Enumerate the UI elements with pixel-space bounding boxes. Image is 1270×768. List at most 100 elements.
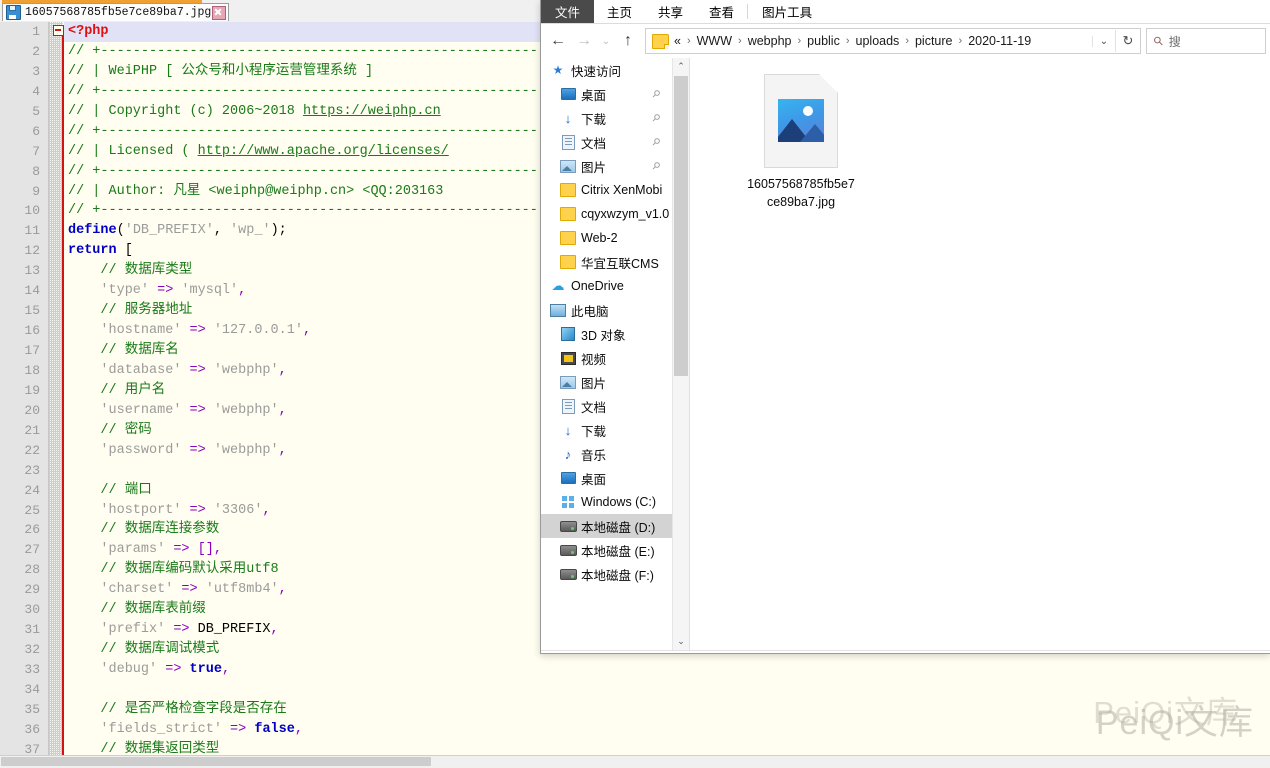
line-text: 'params' => [], (68, 540, 222, 560)
sidebar-item-14[interactable]: 文档 (541, 394, 673, 418)
monitor-icon (559, 472, 577, 484)
chevron-down-icon[interactable]: ⌄ (1092, 35, 1115, 47)
line-number: 20 (24, 402, 40, 418)
forward-button[interactable]: → (571, 28, 597, 54)
list-item[interactable]: 16057568785fb5e7ce89ba7.jpg (742, 74, 860, 211)
code-token: // | Author: 凡星 <weiphp@weiphp.cn> <QQ:2… (68, 183, 444, 199)
line-text: 'charset' => 'utf8mb4', (68, 580, 286, 600)
breadcrumb-item-4[interactable]: picture (915, 34, 953, 48)
ribbon-tab-1[interactable]: 主页 (594, 0, 645, 23)
sidebar-item-1[interactable]: 桌面 ⚲ (541, 82, 673, 106)
breadcrumb-item-3[interactable]: uploads (856, 34, 900, 48)
sidebar-item-13[interactable]: 图片 (541, 370, 673, 394)
code-token: 'hostname' (100, 323, 182, 339)
line-number: 32 (24, 642, 40, 658)
line-number: 7 (32, 143, 40, 159)
line-text: // 端口 (68, 481, 151, 501)
code-token: // +------------------------------------… (68, 163, 563, 179)
sidebar-item-12[interactable]: 视频 (541, 346, 673, 370)
disk-icon-glyph (559, 520, 577, 532)
line-number: 17 (24, 343, 40, 358)
code-token: , (262, 502, 271, 518)
line-text: // 服务器地址 (68, 301, 192, 321)
scrollbar-thumb[interactable] (674, 76, 688, 376)
line-text: // | WeiPHP [ 公众号和小程序运营管理系统 ] (68, 62, 373, 82)
sidebar-item-11[interactable]: 3D 对象 (541, 322, 673, 346)
code-token: 'webphp' (213, 442, 279, 458)
chevron-up-icon[interactable]: ⌃ (673, 58, 689, 75)
pin-icon[interactable]: ⚲ (649, 136, 662, 149)
code-token: true (189, 662, 222, 677)
sidebar-item-3[interactable]: 文档 ⚲ (541, 130, 673, 154)
pin-icon[interactable]: ⚲ (649, 88, 662, 101)
sidebar-item-16[interactable]: ♪ 音乐 (541, 442, 673, 466)
code-token: // | WeiPHP [ 公众号和小程序运营管理系统 ] (68, 63, 374, 79)
breadcrumb-item-5[interactable]: 2020-11-19 (968, 34, 1031, 48)
breadcrumb-item-1[interactable]: webphp (748, 34, 792, 48)
line-text: 'password' => 'webphp', (68, 441, 286, 461)
sidebar-item-19[interactable]: 本地磁盘 (D:) (541, 514, 673, 538)
file-list-pane[interactable]: 16057568785fb5e7ce89ba7.jpg (690, 58, 1270, 650)
line-text: 'type' => 'mysql', (68, 281, 246, 301)
search-input[interactable]: ⚲ 搜 (1146, 28, 1266, 54)
sidebar-item-9[interactable]: ☁ OneDrive (541, 274, 673, 298)
picture-icon-glyph (560, 375, 576, 389)
back-button[interactable]: ← (545, 28, 571, 54)
pin-icon[interactable]: ⚲ (649, 160, 662, 173)
sidebar-item-label: 华宜互联CMS (581, 256, 659, 271)
ribbon-tab-3[interactable]: 查看 (696, 0, 747, 23)
star-icon: ★ (549, 63, 567, 77)
ribbon-tab-4[interactable]: 图片工具 (748, 0, 826, 23)
sidebar-item-15[interactable]: ↓ 下载 (541, 418, 673, 442)
up-button[interactable]: ↑ (615, 28, 641, 54)
code-line: 36 'fields_strict' => false, (0, 720, 1270, 740)
sidebar-item-0[interactable]: ★ 快速访问 (541, 58, 673, 82)
address-bar[interactable]: « › WWW › webphp › public › uploads › picture › 2020… (645, 28, 1141, 54)
sidebar-item-20[interactable]: 本地磁盘 (E:) (541, 538, 673, 562)
code-token: '127.0.0.1' (213, 323, 303, 339)
line-number: 27 (24, 542, 40, 558)
line-text: 'database' => 'webphp', (68, 361, 286, 381)
code-token: => (181, 502, 214, 518)
sidebar-item-6[interactable]: cqyxwzym_v1.0 (541, 202, 673, 226)
screen: 16057568785fb5e7ce89ba7.jpg 1 <?php 2 // +-… (0, 0, 1270, 768)
line-text: // 数据库表前缀 (68, 600, 205, 620)
sidebar-item-label: 本地磁盘 (E:) (581, 544, 655, 559)
sidebar-item-7[interactable]: Web-2 (541, 226, 673, 250)
editor-tab[interactable]: 16057568785fb5e7ce89ba7.jpg (2, 3, 230, 21)
recent-locations-button[interactable]: ⌄ (597, 28, 615, 54)
line-text: 'hostname' => '127.0.0.1', (68, 321, 311, 341)
ribbon-tab-2[interactable]: 共享 (645, 0, 696, 23)
sidebar-item-10[interactable]: 此电脑 (541, 298, 673, 322)
line-number: 11 (24, 223, 40, 239)
scrollbar-thumb[interactable] (1, 757, 431, 766)
code-token: , (294, 721, 303, 737)
fold-collapse-icon[interactable] (53, 25, 64, 36)
editor-horizontal-scrollbar[interactable] (0, 755, 1270, 768)
sidebar-item-5[interactable]: Citrix XenMobi (541, 178, 673, 202)
sidebar-item-8[interactable]: 华宜互联CMS (541, 250, 673, 274)
breadcrumb-item-0[interactable]: WWW (697, 34, 732, 48)
ribbon-tab-0[interactable]: 文件 (541, 0, 595, 23)
sidebar-item-2[interactable]: ↓ 下载 ⚲ (541, 106, 673, 130)
line-number: 36 (24, 721, 40, 737)
line-text: // 是否严格检查字段是否存在 (68, 700, 286, 720)
refresh-icon[interactable]: ↻ (1115, 30, 1140, 52)
close-icon[interactable] (212, 5, 227, 20)
breadcrumb-item-2[interactable]: public (807, 34, 840, 48)
sidebar-item-21[interactable]: 本地磁盘 (F:) (541, 562, 673, 586)
sidebar-item-18[interactable]: Windows (C:) (541, 490, 673, 514)
pin-icon[interactable]: ⚲ (649, 112, 662, 125)
sidebar-item-label: 3D 对象 (581, 328, 626, 343)
line-number: 12 (24, 243, 40, 259)
chevron-down-icon[interactable]: ⌄ (673, 633, 689, 650)
code-token: => (221, 721, 255, 737)
code-token: 'prefix' (100, 622, 166, 638)
sidebar-item-4[interactable]: 图片 ⚲ (541, 154, 673, 178)
sidebar-item-17[interactable]: 桌面 (541, 466, 673, 490)
navigation-scrollbar[interactable]: ⌃ ⌄ (672, 58, 689, 650)
code-token: // 数据库编码默认采用utf8 (68, 562, 279, 578)
